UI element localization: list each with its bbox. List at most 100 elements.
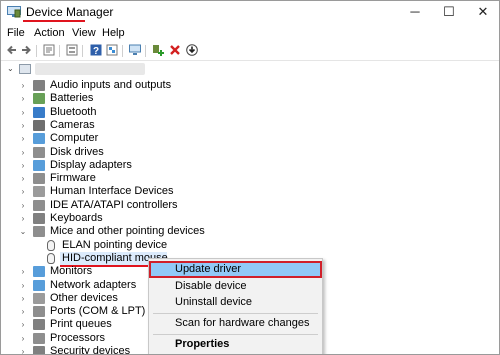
- tree-category-row[interactable]: › Bluetooth: [1, 106, 481, 119]
- maximize-button[interactable]: ☐: [433, 1, 465, 23]
- mouse-icon: [33, 226, 45, 238]
- context-update-driver-label: Update driver: [175, 263, 242, 275]
- tree-item-label: Security devices: [50, 345, 131, 355]
- properties-icon[interactable]: [43, 44, 55, 56]
- tree-category-row[interactable]: › Batteries: [1, 92, 481, 105]
- expand-chevron-right-icon[interactable]: ›: [19, 146, 27, 159]
- tree-category-row[interactable]: › Human Interface Devices: [1, 185, 481, 198]
- context-properties[interactable]: Properties: [149, 336, 322, 353]
- other-devices-icon: [33, 292, 45, 304]
- firmware-icon: [33, 173, 45, 185]
- tree-category-row[interactable]: › Firmware: [1, 172, 481, 185]
- tree-item-label: Processors: [50, 331, 106, 344]
- menu-action[interactable]: Action: [34, 26, 65, 40]
- expand-chevron-right-icon[interactable]: ›: [19, 172, 27, 185]
- context-update-driver[interactable]: Update driver: [149, 261, 322, 278]
- expand-chevron-right-icon[interactable]: ›: [19, 212, 27, 225]
- mouse-icon: [47, 239, 55, 251]
- expand-chevron-right-icon[interactable]: ›: [19, 79, 27, 92]
- tree-item-label: IDE ATA/ATAPI controllers: [50, 198, 178, 211]
- add-driver-icon[interactable]: [152, 44, 164, 56]
- menu-view[interactable]: View: [72, 26, 96, 40]
- toolbar-separator: [59, 45, 60, 57]
- expand-chevron-right-icon[interactable]: ›: [19, 332, 27, 345]
- toolbar-separator: [36, 45, 37, 57]
- bluetooth-icon: [33, 106, 45, 118]
- tree-category-row[interactable]: ⌄ Mice and other pointing devices: [1, 225, 481, 238]
- tree-device-row[interactable]: ELAN pointing device: [1, 239, 481, 252]
- expand-chevron-right-icon[interactable]: ›: [19, 265, 27, 278]
- tree-category-row[interactable]: › Computer: [1, 132, 481, 145]
- mouse-icon: [47, 252, 55, 264]
- forward-icon[interactable]: [20, 44, 32, 56]
- keyboard-icon: [33, 213, 45, 224]
- expand-chevron-right-icon[interactable]: ›: [19, 345, 27, 354]
- tree-item-label: Keyboards: [50, 212, 103, 224]
- menu-help[interactable]: Help: [102, 26, 125, 40]
- expand-chevron-right-icon[interactable]: ›: [19, 292, 27, 305]
- port-icon: [33, 306, 45, 318]
- tree-item-label: Firmware: [50, 172, 96, 185]
- download-icon[interactable]: [186, 44, 198, 56]
- expand-chevron-down-icon[interactable]: ⌄: [19, 225, 27, 238]
- tree-category-row[interactable]: › IDE ATA/ATAPI controllers: [1, 199, 481, 212]
- device-manager-window: Device Manager ─ ☐ ✕ File Action View He…: [0, 0, 500, 355]
- tree-category-row[interactable]: › Disk drives: [1, 146, 481, 159]
- tree-category-row[interactable]: › Audio inputs and outputs: [1, 79, 481, 92]
- processor-icon: [33, 332, 45, 344]
- toolbar: ?: [1, 43, 499, 61]
- tree-item-label: Print queues: [50, 318, 112, 331]
- expand-chevron-right-icon[interactable]: ›: [19, 305, 27, 318]
- toolbar-separator: [82, 45, 83, 57]
- collapse-chevron-icon[interactable]: ⌄: [7, 64, 17, 74]
- computer-name-blurred[interactable]: [35, 63, 145, 75]
- expand-chevron-right-icon[interactable]: ›: [19, 159, 27, 172]
- expand-chevron-right-icon[interactable]: ›: [19, 92, 27, 105]
- expand-chevron-right-icon[interactable]: ›: [19, 185, 27, 198]
- tree-item-label: Mice and other pointing devices: [50, 225, 205, 238]
- tree-item-label: Batteries: [50, 92, 94, 105]
- context-disable-device-label: Disable device: [175, 280, 247, 292]
- tree-category-row[interactable]: › Cameras: [1, 119, 481, 132]
- expand-chevron-right-icon[interactable]: ›: [19, 318, 27, 331]
- context-properties-label: Properties: [175, 338, 230, 350]
- device-view-icon[interactable]: [106, 44, 118, 56]
- expand-chevron-right-icon[interactable]: ›: [19, 106, 27, 119]
- menu-file[interactable]: File: [7, 26, 25, 40]
- computer-root-icon: [19, 64, 31, 74]
- hid-icon: [33, 186, 45, 198]
- context-separator: [153, 313, 318, 314]
- computer-icon: [33, 133, 45, 145]
- tree-item-label: Audio inputs and outputs: [50, 79, 172, 91]
- minimize-button[interactable]: ─: [399, 1, 431, 23]
- tree-item-label: Other devices: [50, 291, 118, 304]
- tree-category-row[interactable]: › Keyboards: [1, 212, 481, 225]
- tree-category-row[interactable]: › Display adapters: [1, 159, 481, 172]
- camera-icon: [33, 119, 45, 131]
- device-manager-icon: [7, 6, 21, 18]
- expand-chevron-right-icon[interactable]: ›: [19, 119, 27, 132]
- close-button[interactable]: ✕: [467, 1, 499, 23]
- scan-monitor-icon[interactable]: [129, 44, 141, 56]
- context-uninstall-device[interactable]: Uninstall device: [149, 294, 322, 311]
- expand-chevron-right-icon[interactable]: ›: [19, 279, 27, 292]
- back-icon[interactable]: [6, 44, 18, 56]
- ide-icon: [33, 199, 45, 211]
- context-scan-hardware[interactable]: Scan for hardware changes: [149, 315, 322, 332]
- monitor-icon: [33, 266, 45, 278]
- context-scan-hardware-label: Scan for hardware changes: [175, 317, 310, 329]
- help-icon[interactable]: ?: [90, 44, 102, 56]
- uninstall-icon[interactable]: [169, 44, 181, 56]
- context-separator: [153, 334, 318, 335]
- svg-text:?: ?: [93, 46, 99, 56]
- disk-icon: [33, 146, 45, 158]
- tree-item-label: Disk drives: [50, 145, 104, 158]
- expand-chevron-right-icon[interactable]: ›: [19, 199, 27, 212]
- title-bar: Device Manager ─ ☐ ✕: [1, 1, 499, 25]
- context-disable-device[interactable]: Disable device: [149, 278, 322, 295]
- window-title: Device Manager: [26, 5, 114, 19]
- tree-view-icon[interactable]: [66, 44, 78, 56]
- toolbar-separator: [122, 45, 123, 57]
- expand-chevron-right-icon[interactable]: ›: [19, 132, 27, 145]
- tree-item-label: Ports (COM & LPT): [50, 305, 146, 318]
